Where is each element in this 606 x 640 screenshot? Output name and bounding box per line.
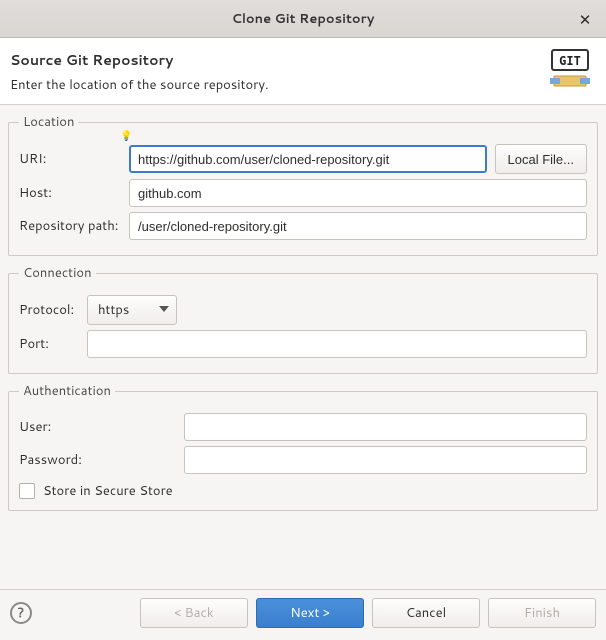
host-input[interactable] bbox=[129, 179, 587, 207]
password-row: Password: bbox=[19, 446, 587, 474]
connection-legend: Connection bbox=[19, 264, 96, 282]
store-secure-label: Store in Secure Store bbox=[43, 482, 173, 500]
port-input[interactable] bbox=[87, 330, 587, 358]
wizard-footer: ? < Back Next > Cancel Finish bbox=[0, 589, 606, 640]
next-button[interactable]: Next > bbox=[256, 598, 364, 628]
page-title: Source Git Repository bbox=[10, 50, 269, 70]
store-secure-checkbox[interactable] bbox=[19, 483, 35, 499]
content-area: Location URI: 💡 Local File... Host: Repo… bbox=[0, 105, 606, 511]
wizard-header-text: Source Git Repository Enter the location… bbox=[10, 48, 269, 94]
uri-input[interactable] bbox=[129, 145, 487, 173]
wizard-header: Source Git Repository Enter the location… bbox=[0, 38, 606, 105]
connection-group: Connection Protocol: https Port: bbox=[8, 264, 598, 374]
repo-path-input[interactable] bbox=[129, 212, 587, 240]
protocol-label: Protocol: bbox=[19, 301, 87, 319]
location-legend: Location bbox=[19, 113, 78, 131]
cancel-button[interactable]: Cancel bbox=[372, 598, 480, 628]
page-subtitle: Enter the location of the source reposit… bbox=[10, 76, 269, 94]
protocol-select[interactable]: https bbox=[87, 295, 177, 325]
user-input[interactable] bbox=[184, 413, 587, 441]
hint-bulb-icon[interactable]: 💡 bbox=[120, 129, 132, 143]
authentication-legend: Authentication bbox=[19, 382, 115, 400]
svg-text:GIT: GIT bbox=[559, 54, 581, 68]
protocol-value: https bbox=[98, 301, 129, 319]
repo-path-row: Repository path: bbox=[19, 212, 587, 240]
window-title: Clone Git Repository bbox=[232, 10, 375, 28]
back-button[interactable]: < Back bbox=[140, 598, 248, 628]
close-icon[interactable]: ✕ bbox=[574, 8, 596, 30]
user-label: User: bbox=[19, 418, 184, 436]
git-icon: GIT bbox=[548, 48, 592, 92]
uri-label: URI: bbox=[19, 150, 129, 168]
host-row: Host: bbox=[19, 179, 587, 207]
authentication-group: Authentication User: Password: Store in … bbox=[8, 382, 598, 511]
uri-row: URI: 💡 Local File... bbox=[19, 144, 587, 174]
protocol-row: Protocol: https bbox=[19, 295, 587, 325]
help-icon[interactable]: ? bbox=[10, 602, 32, 624]
user-row: User: bbox=[19, 413, 587, 441]
finish-button[interactable]: Finish bbox=[488, 598, 596, 628]
store-secure-row: Store in Secure Store bbox=[19, 482, 587, 500]
host-label: Host: bbox=[19, 184, 129, 202]
password-label: Password: bbox=[19, 451, 184, 469]
port-row: Port: bbox=[19, 330, 587, 358]
local-file-button[interactable]: Local File... bbox=[495, 144, 587, 174]
titlebar: Clone Git Repository ✕ bbox=[0, 0, 606, 38]
location-group: Location URI: 💡 Local File... Host: Repo… bbox=[8, 113, 598, 256]
password-input[interactable] bbox=[184, 446, 587, 474]
repo-path-label: Repository path: bbox=[19, 217, 129, 235]
port-label: Port: bbox=[19, 335, 87, 353]
